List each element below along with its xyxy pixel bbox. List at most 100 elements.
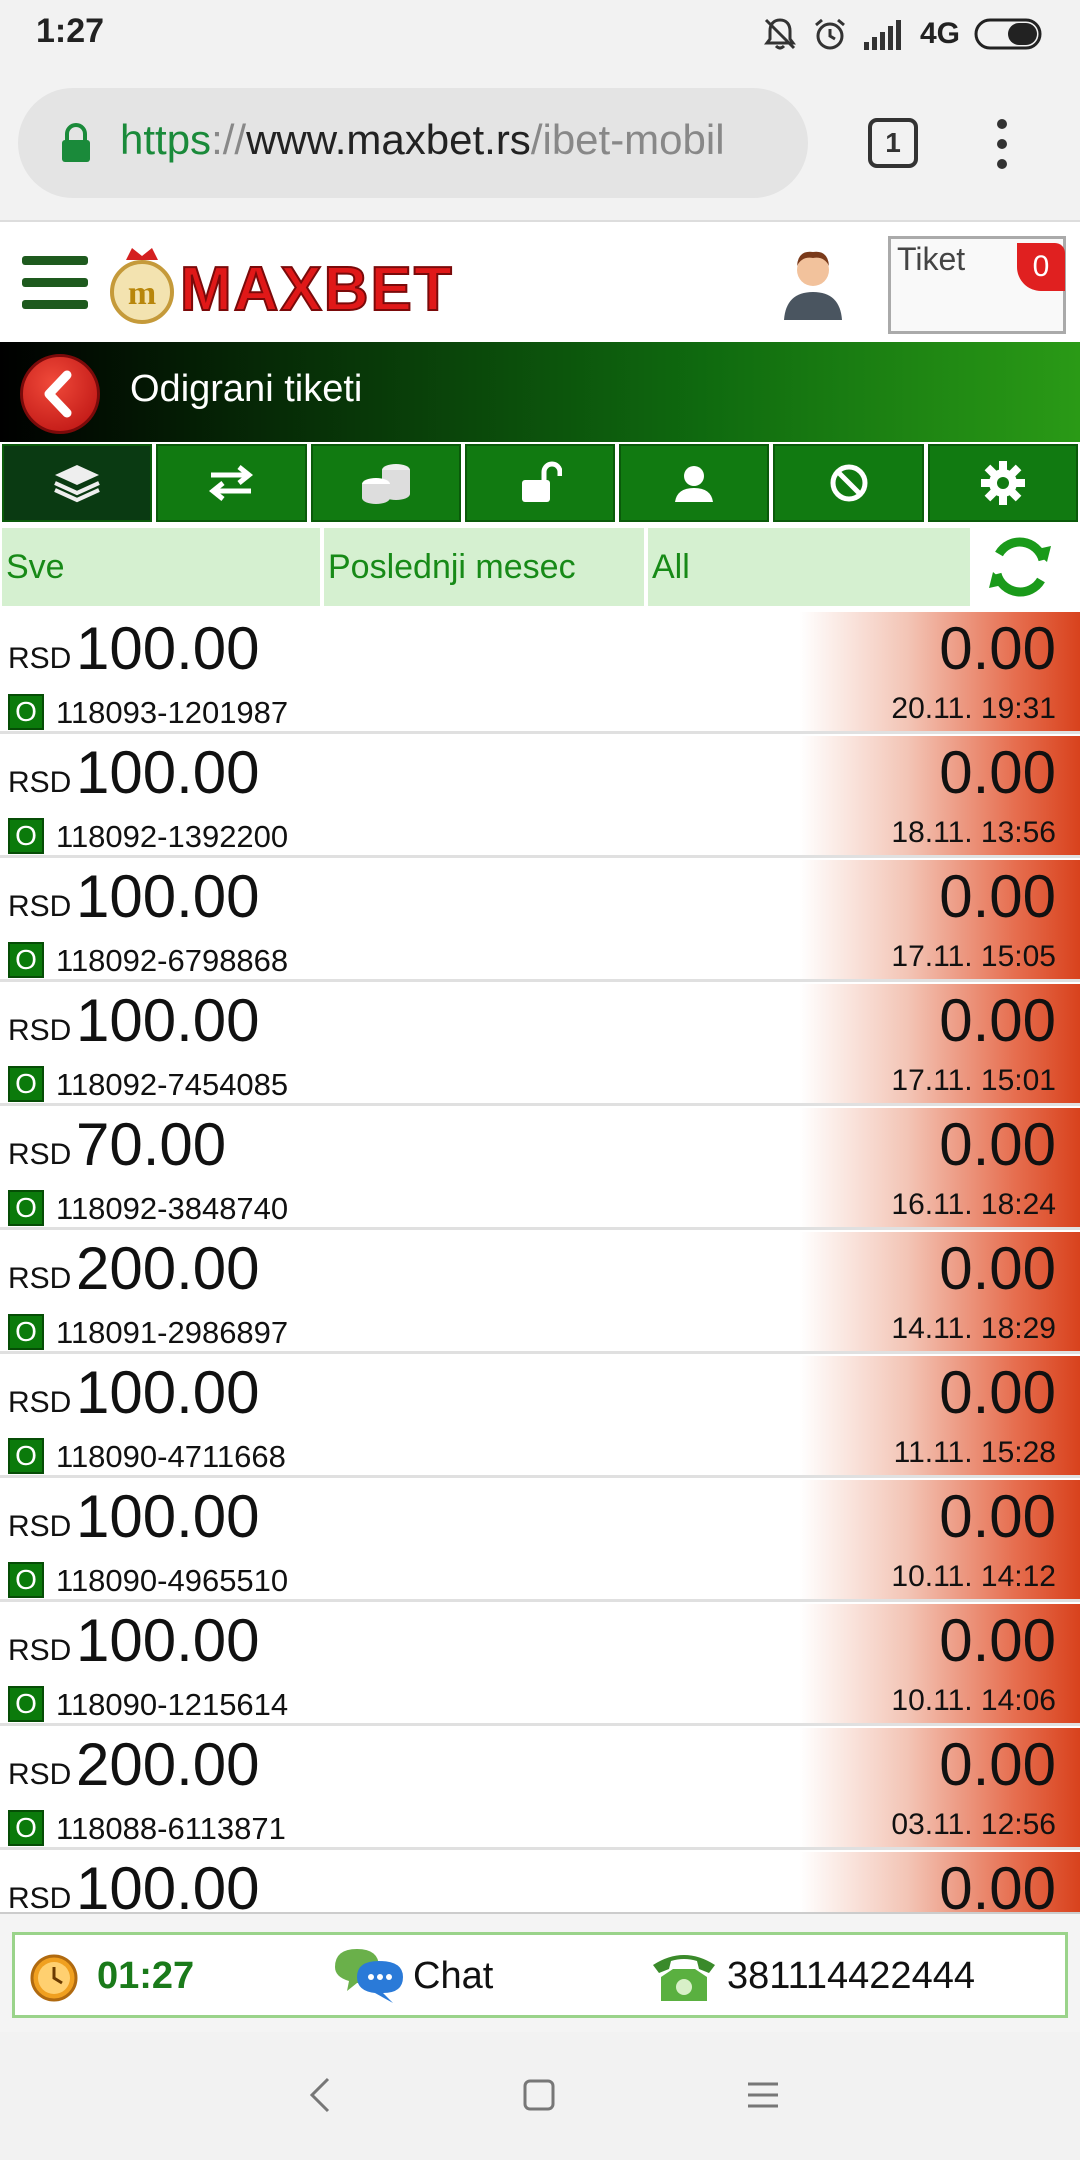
chat-label[interactable]: Chat [413,1955,493,1998]
ticket-row[interactable]: RSD 70.00 O 118092-3848740 0.00 16.11. 1… [0,1108,1080,1230]
tool-settings[interactable] [927,444,1078,522]
ticket-toolbar [0,444,1080,524]
block-icon [830,464,868,502]
ticket-stake: 200.00 [76,1235,260,1302]
phone-icon[interactable] [647,1943,721,2009]
filter-status-select[interactable]: Sve [2,528,320,606]
tool-security[interactable] [464,444,616,522]
ticket-payout: 0.00 [939,1483,1056,1550]
ticket-status-badge: O [8,1190,44,1226]
ticket-date: 03.11. 12:56 [891,1808,1056,1841]
browser-toolbar: https://www.maxbet.rs/ibet-mobil 1 [0,68,1080,220]
ticket-slip-button[interactable]: Tiket 0 [888,236,1066,334]
ticket-row[interactable]: RSD 100.00 O 118090-1215614 0.00 10.11. … [0,1604,1080,1726]
ticket-date: 10.11. 14:06 [891,1684,1056,1717]
user-avatar-icon[interactable] [778,246,848,320]
ticket-row[interactable]: RSD 100.00 O 118092-6798868 0.00 17.11. … [0,860,1080,982]
tab-switcher-button[interactable]: 1 [868,118,918,168]
ticket-currency: RSD [8,1510,72,1543]
url-separator: :// [211,116,247,163]
ticket-id: 118093-1201987 [56,695,289,730]
nav-recents-icon[interactable] [746,2080,780,2110]
filter-bar: Sve Poslednji mesec All [0,528,1080,608]
signal-icon [862,18,906,50]
site-header: m MAXBET Tiket 0 [0,220,1080,342]
ticket-payout: 0.00 [939,1855,1056,1912]
filter-period-select[interactable]: Poslednji mesec [324,528,644,606]
ticket-payout: 0.00 [939,1111,1056,1178]
ticket-stake: 70.00 [76,1111,227,1178]
ticket-id: 118088-6113871 [56,1811,286,1846]
ticket-payout: 0.00 [939,739,1056,806]
ticket-date: 14.11. 18:29 [891,1312,1056,1345]
page-title: Odigrani tiketi [130,368,363,410]
alarm-icon [812,16,848,52]
ticket-row[interactable]: RSD 100.00 O 118090-4711668 0.00 11.11. … [0,1356,1080,1478]
chat-icon[interactable] [331,1943,407,2009]
ticket-date: 10.11. 14:12 [891,1560,1056,1593]
ticket-id: 118090-4965510 [56,1563,289,1598]
ticket-currency: RSD [8,1138,72,1171]
svg-text:m: m [128,275,156,312]
ticket-payout: 0.00 [939,987,1056,1054]
ticket-date: 18.11. 13:56 [891,816,1056,849]
ticket-currency: RSD [8,1634,72,1667]
overflow-menu-icon[interactable] [990,116,1014,172]
gear-icon [980,461,1025,505]
tool-limits[interactable] [773,444,924,522]
contact-bar-inner: 01:27 Chat 381114422444 [12,1932,1068,2018]
ticket-status-badge: O [8,1810,44,1846]
ticket-row[interactable]: RSD 200.00 O 118088-6113871 0.00 03.11. … [0,1728,1080,1850]
ticket-id: 118091-2986897 [56,1315,289,1350]
network-type-label: 4G [919,17,960,50]
ticket-status-badge: O [8,694,44,730]
ticket-status-badge: O [8,1686,44,1722]
ticket-row[interactable]: RSD 100.00 0.00 [0,1852,1080,1912]
contact-bar: 01:27 Chat 381114422444 [0,1912,1080,2032]
hamburger-menu-icon[interactable] [22,254,88,312]
ticket-row[interactable]: RSD 200.00 O 118091-2986897 0.00 14.11. … [0,1232,1080,1354]
ticket-status-badge: O [8,942,44,978]
ticket-stake: 100.00 [76,1855,260,1912]
address-bar[interactable]: https://www.maxbet.rs/ibet-mobil [18,88,808,198]
ticket-stake: 100.00 [76,615,260,682]
ticket-row[interactable]: RSD 100.00 O 118093-1201987 0.00 20.11. … [0,612,1080,734]
ticket-row[interactable]: RSD 100.00 O 118092-1392200 0.00 18.11. … [0,736,1080,858]
filter-type-select[interactable]: All [648,528,970,606]
refresh-icon[interactable] [985,532,1055,602]
ticket-payout: 0.00 [939,1731,1056,1798]
unlock-icon [521,461,562,502]
ticket-currency: RSD [8,1262,72,1295]
transfer-icon [209,465,254,501]
session-time: 01:27 [97,1955,195,1997]
url-text[interactable]: https://www.maxbet.rs/ibet-mobil [120,116,800,164]
nav-home-icon[interactable] [522,2078,556,2112]
ticket-row[interactable]: RSD 100.00 O 118092-7454085 0.00 17.11. … [0,984,1080,1106]
coins-icon [361,464,410,504]
back-button[interactable] [20,354,100,434]
ticket-status-badge: O [8,1438,44,1474]
phone-number[interactable]: 381114422444 [727,1955,975,1998]
tool-profile[interactable] [619,444,770,522]
ticket-stake: 200.00 [76,1731,260,1798]
ticket-date: 20.11. 19:31 [891,692,1056,725]
ticket-label: Tiket [897,241,966,277]
ticket-currency: RSD [8,1386,72,1419]
ticket-row[interactable]: RSD 100.00 O 118090-4965510 0.00 10.11. … [0,1480,1080,1602]
ticket-date: 17.11. 15:01 [891,1064,1056,1097]
tool-transfers[interactable] [156,444,307,522]
ticket-stake: 100.00 [76,1483,260,1550]
nav-back-icon[interactable] [308,2076,332,2114]
ticket-currency: RSD [8,642,72,675]
logo-wordmark: MAXBET [180,255,454,324]
maxbet-logo[interactable]: m MAXBET [108,242,518,328]
ticket-stake: 100.00 [76,863,260,930]
android-nav-bar [0,2032,1080,2160]
ticket-payout: 0.00 [939,615,1056,682]
ticket-stake: 100.00 [76,739,260,806]
ticket-currency: RSD [8,1882,72,1912]
tool-balance[interactable] [310,444,461,522]
tool-played-tickets[interactable] [2,444,153,522]
ticket-currency: RSD [8,890,72,923]
ticket-stake: 100.00 [76,1359,260,1426]
